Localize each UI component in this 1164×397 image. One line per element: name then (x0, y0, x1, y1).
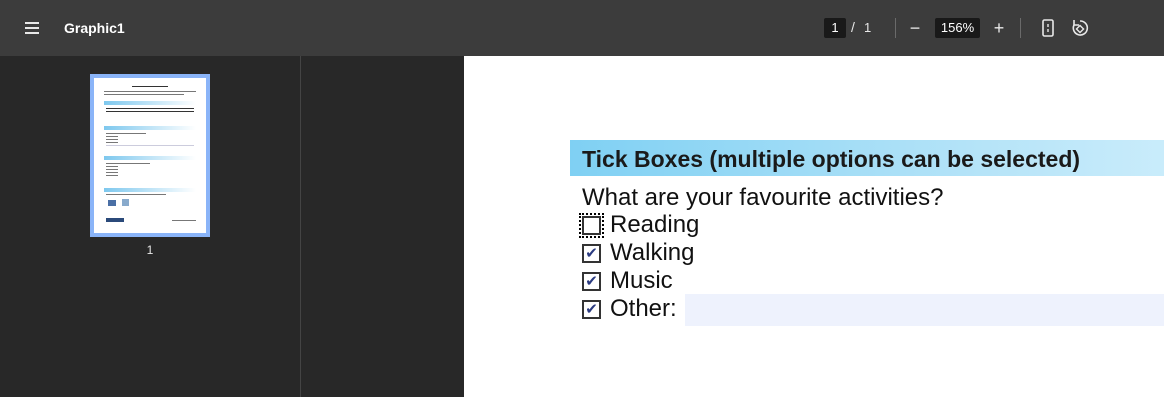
page-thumbnail[interactable] (90, 74, 210, 237)
page-number-input[interactable]: 1 (824, 18, 846, 38)
fit-to-page-icon[interactable] (1036, 16, 1060, 40)
thumbnail-page-number: 1 (146, 243, 154, 257)
zoom-out-button[interactable]: − (903, 16, 927, 40)
option-music: ✔ Music (580, 267, 880, 296)
page-separator: / (851, 19, 855, 35)
option-label: Reading (610, 211, 700, 238)
other-checkbox[interactable]: ✔ (582, 300, 601, 319)
option-label: Other: (610, 295, 677, 322)
zoom-in-button[interactable]: + (987, 16, 1011, 40)
thumbnail-preview (94, 78, 206, 233)
option-label: Walking (610, 239, 695, 266)
walking-checkbox[interactable]: ✔ (582, 244, 601, 263)
document-title: Graphic1 (64, 20, 125, 36)
other-text-field[interactable] (685, 294, 1164, 326)
pdf-page: Tick Boxes (multiple options can be sele… (464, 56, 1164, 397)
menu-icon[interactable] (20, 16, 44, 40)
reading-checkbox[interactable] (579, 213, 604, 238)
section-header: Tick Boxes (multiple options can be sele… (570, 140, 1164, 176)
pdf-toolbar: Graphic1 1 / 1 − 156% + (0, 0, 1164, 56)
toolbar-divider (1020, 18, 1021, 38)
option-reading: Reading (579, 211, 880, 240)
music-checkbox[interactable]: ✔ (582, 272, 601, 291)
rotate-icon[interactable] (1068, 16, 1092, 40)
page-total: 1 (864, 20, 872, 35)
zoom-level-input[interactable]: 156% (935, 18, 980, 38)
document-viewport: Tick Boxes (multiple options can be sele… (301, 56, 1164, 397)
question-text: What are your favourite activities? (582, 184, 944, 211)
thumbnail-sidebar: 1 (0, 56, 300, 397)
toolbar-divider (895, 18, 896, 38)
option-label: Music (610, 267, 673, 294)
option-walking: ✔ Walking (580, 239, 880, 268)
section-title: Tick Boxes (multiple options can be sele… (582, 146, 1081, 172)
